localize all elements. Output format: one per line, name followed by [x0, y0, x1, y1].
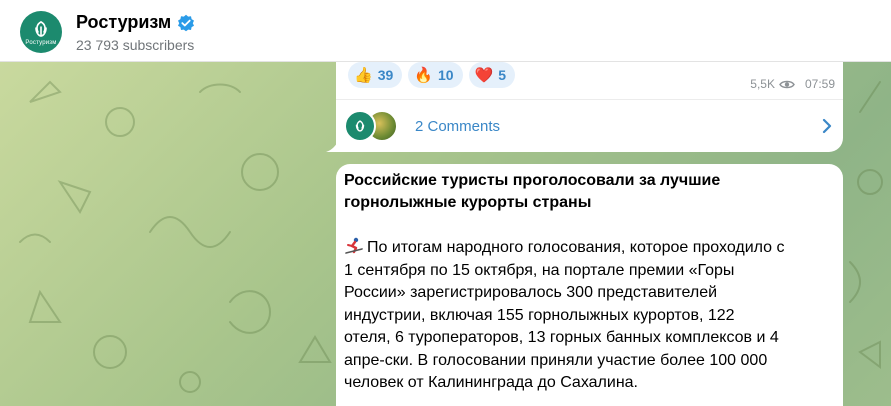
bubble-tail	[326, 138, 340, 152]
comments-label: 2 Comments	[415, 117, 501, 135]
verified-badge-icon	[178, 14, 195, 31]
post-title-line: горнолыжные курорты страны	[344, 194, 592, 211]
subscriber-count: 23 793 subscribers	[76, 37, 195, 53]
skier-icon	[345, 237, 363, 254]
reaction-count: 39	[377, 67, 394, 83]
post-body-line: индустрии, включая 155 горнолыжных курор…	[344, 306, 735, 324]
commenter-avatars	[344, 110, 404, 142]
post-body-line: человек от Калининграда до Сахалина.	[344, 374, 638, 391]
post-bubble: Российские туристы проголосовали за лучш…	[336, 164, 843, 406]
post-title-line: Российские туристы проголосовали за лучш…	[344, 172, 721, 189]
comments-button[interactable]: 2 Comments	[336, 100, 843, 152]
fire-icon: 🔥	[414, 67, 433, 84]
chevron-right-icon	[822, 118, 832, 134]
post-meta: 5,5K 07:59	[750, 77, 835, 91]
post-body: По итогам народного голосования, которое…	[344, 237, 836, 395]
reaction-count: 10	[437, 67, 454, 83]
thumbs-up-icon: 👍	[354, 67, 373, 84]
reaction-count: 5	[498, 67, 507, 83]
post-body-line: апре-ски. В голосовании приняли участие …	[344, 351, 768, 369]
avatar-label: Ростуризм	[25, 39, 57, 46]
reaction-heart[interactable]: ❤️ 5	[468, 62, 516, 88]
view-count: 5,5K	[750, 77, 775, 91]
heart-icon: ❤️	[474, 67, 494, 84]
post-body-line: отеля, 6 туроператоров, 13 горных банных…	[344, 329, 779, 346]
eye-icon	[779, 80, 795, 88]
commenter-avatar	[344, 110, 376, 142]
reaction-thumbs-up[interactable]: 👍 39	[348, 62, 403, 88]
reaction-fire[interactable]: 🔥 10	[408, 62, 463, 88]
rosturizm-logo-icon	[355, 120, 365, 132]
post-body-text: По итогам народного голосования, которое…	[367, 239, 785, 256]
post-body-line: России» зарегистрировалось 300 представи…	[344, 284, 718, 301]
rosturizm-logo-icon	[35, 20, 47, 37]
channel-title[interactable]: Ростуризм	[76, 12, 171, 33]
post-body-line: 1 сентября по 15 октября, на портале пре…	[344, 261, 735, 279]
reactions-bar: 👍 39 🔥 10 ❤️ 5	[348, 62, 516, 88]
post-body-line: По итогам народного голосования, которое…	[344, 237, 836, 260]
channel-header: Ростуризм Ростуризм 23 793 subscribers	[0, 0, 891, 62]
post-time: 07:59	[804, 77, 835, 91]
post-title: Российские туристы проголосовали за лучш…	[344, 170, 834, 214]
previous-post-bubble: 👍 39 🔥 10 ❤️ 5 5,5K 07:59 2 Comments	[336, 62, 843, 152]
channel-avatar[interactable]: Ростуризм	[20, 11, 62, 53]
